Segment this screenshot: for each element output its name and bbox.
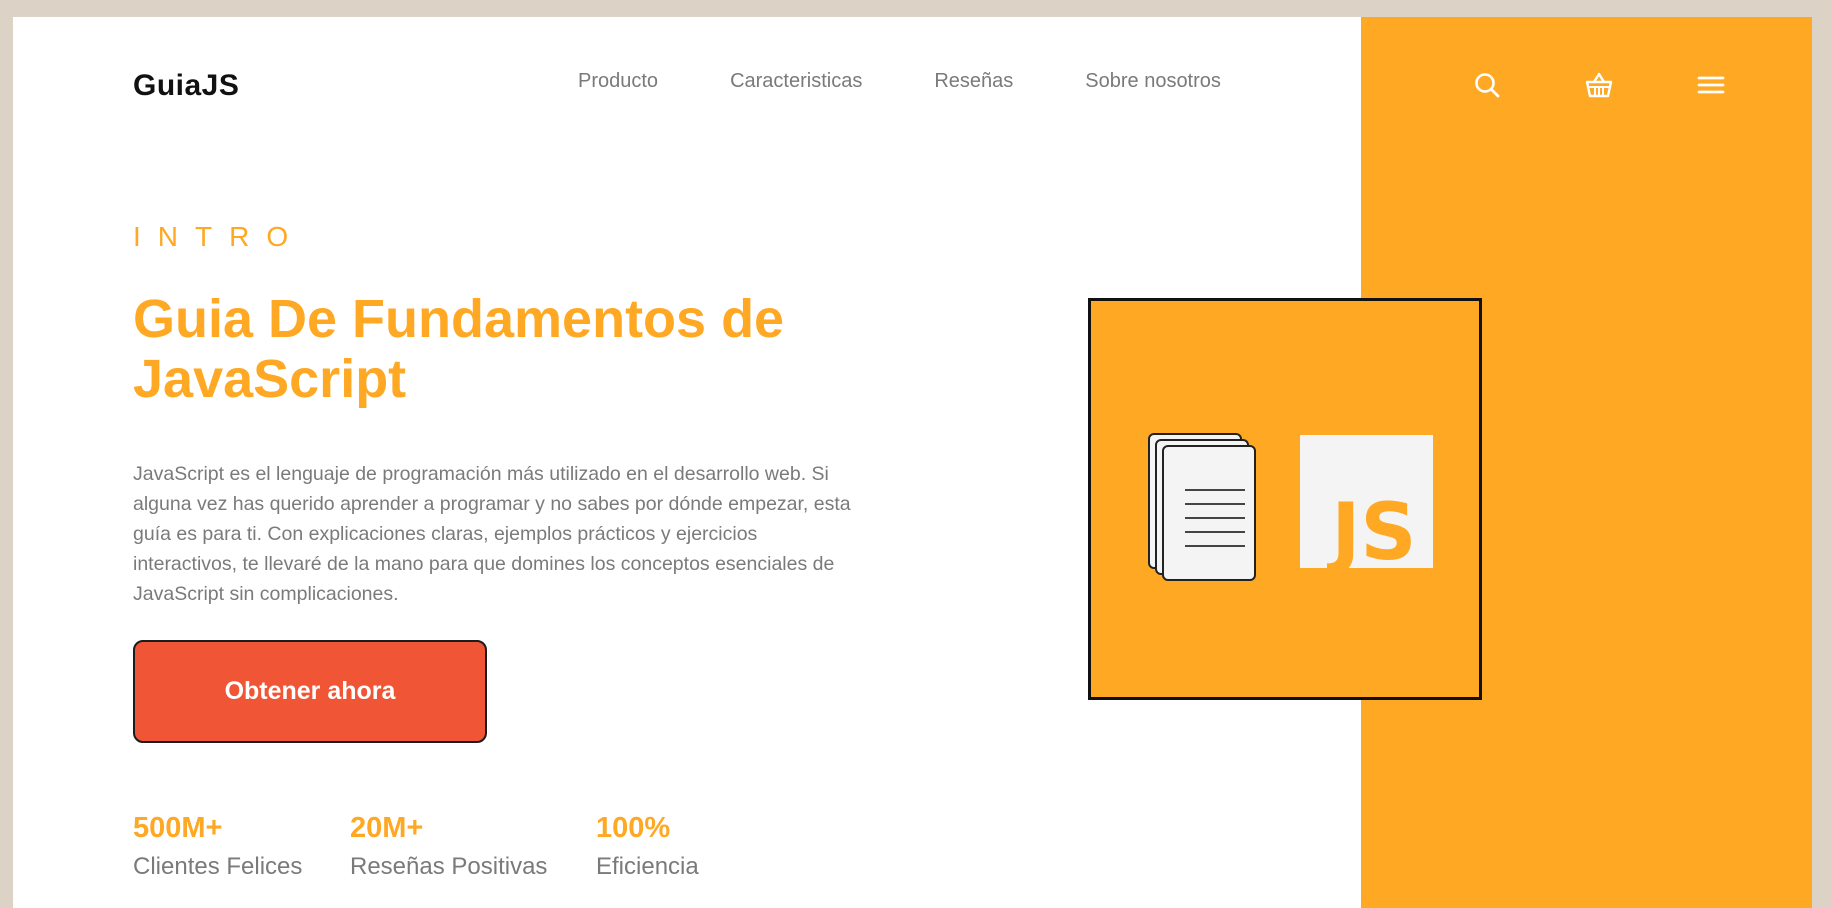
header-actions [13,69,1812,109]
basket-icon[interactable] [1583,69,1615,101]
page: GuiaJS Producto Caracteristicas Reseñas … [13,17,1812,908]
hero-title-line-2: JavaScript [133,349,407,409]
documents-icon [1148,433,1256,581]
menu-icon[interactable] [1695,69,1727,101]
stat-label: Eficiencia [596,853,699,880]
stat-value: 20M+ [350,812,424,844]
stat-value: 100% [596,812,671,844]
hero-title: Guia De Fundamentos de JavaScript [133,289,833,409]
get-now-button[interactable]: Obtener ahora [133,640,487,743]
hero-illustration-card: JS [1088,298,1482,700]
stat-eficiencia: 100% Eficiencia [596,811,699,881]
hero-title-line-1: Guia De Fundamentos de [133,289,785,349]
documents-js-illustration: JS [1148,433,1433,581]
stat-label: Reseñas Positivas [350,853,548,880]
stat-value: 500M+ [133,812,223,844]
hero-eyebrow: INTRO [133,221,306,252]
js-logo-icon: JS [1300,435,1433,578]
stat-clientes: 500M+ Clientes Felices [133,811,302,881]
hero-description: JavaScript es el lenguaje de programació… [133,463,851,605]
search-icon[interactable] [1471,69,1503,101]
stat-resenas: 20M+ Reseñas Positivas [350,811,547,881]
js-badge-text: JS [1326,488,1416,578]
stat-label: Clientes Felices [133,853,303,880]
